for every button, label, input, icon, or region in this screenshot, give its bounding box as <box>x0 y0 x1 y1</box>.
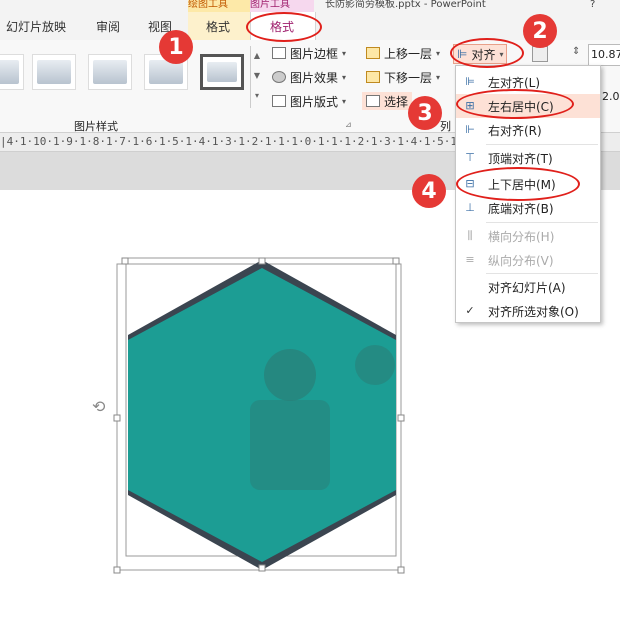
height-field[interactable]: 10.87 <box>588 44 620 66</box>
person-body <box>250 400 330 490</box>
menu-item-align-to-slide[interactable]: 对齐幻灯片(A) <box>456 275 600 299</box>
person-head <box>264 349 316 401</box>
picture-effects-icon <box>272 71 286 83</box>
menu-separator <box>486 222 598 223</box>
align-right-icon: ⊩ <box>465 123 475 136</box>
tab-drawing-format[interactable]: 格式 <box>206 18 230 35</box>
annotation-ring-align-button <box>450 38 524 68</box>
annotation-ring-format-tab <box>246 12 322 42</box>
menu-separator <box>486 144 598 145</box>
selected-picture-group[interactable]: ⟲ <box>90 240 430 585</box>
bring-forward-button[interactable]: 上移一层 ▾ <box>366 44 440 62</box>
picture-layout-button[interactable]: 图片版式 ▾ <box>272 92 346 110</box>
annotation-ring-align-center <box>456 89 574 119</box>
tab-review[interactable]: 审阅 <box>96 18 120 35</box>
align-top-icon: ⊤ <box>465 151 475 164</box>
annotation-ring-align-middle <box>456 167 580 201</box>
menu-separator <box>486 273 598 274</box>
dialog-launcher-icon[interactable]: ⊿ <box>345 120 352 129</box>
title-bar: 绘图工具 图片工具 长防影简劳模板.pptx - PowerPoint ? <box>0 0 620 12</box>
menu-item-align-right[interactable]: ⊩ 右对齐(R) <box>456 118 600 142</box>
distribute-horizontal-icon: ⫼ <box>467 229 473 242</box>
width-field[interactable]: 2.05 <box>602 88 620 106</box>
tab-slideshow[interactable]: 幻灯片放映 <box>6 18 66 35</box>
selection-pane-icon <box>366 95 380 107</box>
picture-border-button[interactable]: 图片边框 ▾ <box>272 44 346 62</box>
picture-style-thumb[interactable] <box>88 54 132 90</box>
check-icon: ✓ <box>465 304 475 317</box>
gallery-scroll[interactable]: ▲ ▼ ▾ <box>250 46 263 108</box>
picture-border-icon <box>272 47 286 59</box>
bring-forward-icon <box>366 47 380 59</box>
step-badge-4: 4 <box>412 174 446 208</box>
send-backward-button[interactable]: 下移一层 ▾ <box>366 68 440 86</box>
height-icon: ⇕ <box>572 46 581 57</box>
picture-style-thumb[interactable] <box>0 54 24 90</box>
step-badge-2: 2 <box>523 14 557 48</box>
group-label-arrange: 列 <box>440 120 451 133</box>
rotate-icon[interactable] <box>532 46 548 62</box>
picture-style-thumb-selected[interactable] <box>200 54 244 90</box>
menu-item-distribute-vertical[interactable]: ≡ 纵向分布(V) <box>456 248 600 272</box>
help-button[interactable]: ? <box>590 0 602 12</box>
step-badge-3: 3 <box>408 96 442 130</box>
picture-effects-button[interactable]: 图片效果 ▾ <box>272 68 346 86</box>
rotate-handle-icon[interactable]: ⟲ <box>92 397 106 416</box>
align-bottom-icon: ⊥ <box>465 201 475 214</box>
picture-layout-icon <box>272 95 286 107</box>
context-tab-drawing-tools: 绘图工具 <box>188 0 250 12</box>
step-badge-1: 1 <box>159 30 193 64</box>
send-backward-icon <box>366 71 380 83</box>
align-left-icon: ⊫ <box>465 75 475 88</box>
person-head <box>355 345 395 385</box>
menu-item-align-selected-objects[interactable]: ✓ 对齐所选对象(O) <box>456 299 600 323</box>
group-label-picture-styles: 图片样式 <box>74 120 118 133</box>
menu-item-distribute-horizontal[interactable]: ⫼ 横向分布(H) <box>456 224 600 248</box>
context-tab-picture-tools: 图片工具 <box>250 0 314 12</box>
picture-style-thumb[interactable] <box>32 54 76 90</box>
selection-pane-button[interactable]: 选择 <box>362 92 413 110</box>
distribute-vertical-icon: ≡ <box>465 253 475 266</box>
window-title: 长防影简劳模板.pptx - PowerPoint <box>325 0 486 10</box>
